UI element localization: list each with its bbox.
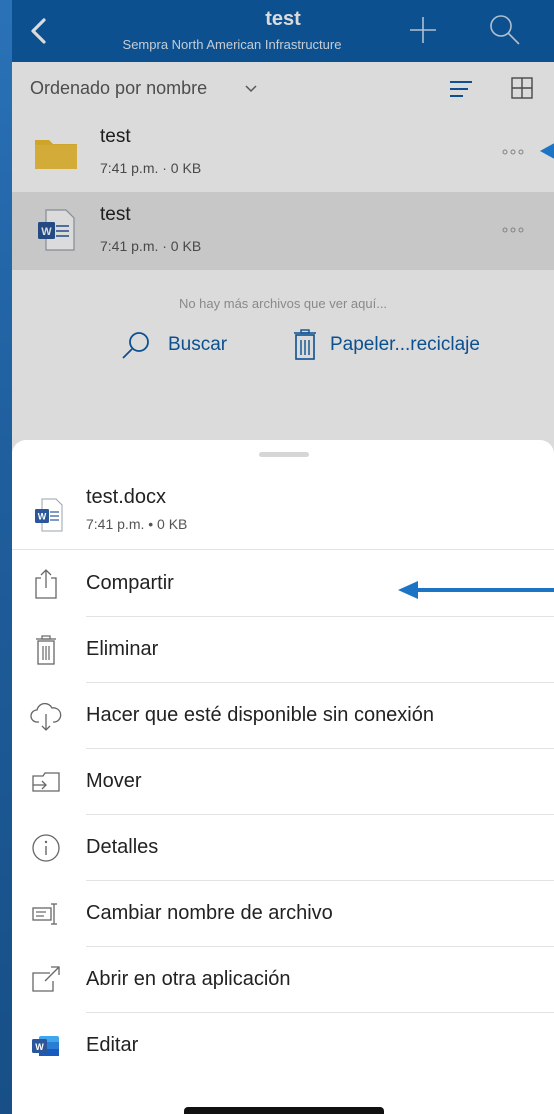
share-icon: [35, 569, 57, 599]
svg-text:W: W: [38, 512, 47, 522]
move-icon: [32, 772, 60, 792]
word-doc-icon: W: [35, 498, 63, 532]
action-details[interactable]: Detalles: [12, 815, 554, 881]
annotation-arrow-icon: [398, 581, 554, 599]
action-label: Detalles: [86, 836, 159, 858]
trash-icon: [36, 635, 56, 665]
home-indicator: [184, 1107, 384, 1114]
phone-screen: test Sempra North American Infrastructur…: [12, 0, 554, 1114]
sheet-file-name: test.docx: [86, 486, 167, 508]
action-label: Hacer que esté disponible sin conexión: [86, 704, 434, 726]
annotation-arrow-icon: [540, 143, 554, 159]
cloud-download-icon: [30, 702, 62, 731]
action-open-in-app[interactable]: Abrir en otra aplicación: [12, 947, 554, 1013]
rename-icon: [32, 903, 57, 925]
sheet-file-meta: 7:41 p.m. • 0 KB: [86, 516, 188, 532]
action-label: Cambiar nombre de archivo: [86, 902, 333, 924]
action-label: Eliminar: [86, 638, 159, 660]
action-delete[interactable]: Eliminar: [12, 617, 554, 683]
action-label: Mover: [86, 770, 142, 792]
svg-text:W: W: [35, 1042, 44, 1052]
sheet-file-header: W test.docx 7:41 p.m. • 0 KB: [12, 470, 554, 550]
open-in-icon: [32, 966, 60, 992]
info-icon: [32, 834, 60, 862]
word-app-icon: W: [32, 1036, 59, 1056]
action-make-offline[interactable]: Hacer que esté disponible sin conexión: [12, 683, 554, 749]
action-label: Compartir: [86, 572, 174, 594]
action-edit[interactable]: W Editar: [12, 1013, 554, 1079]
action-rename[interactable]: Cambiar nombre de archivo: [12, 881, 554, 947]
action-label: Editar: [86, 1034, 139, 1056]
action-label: Abrir en otra aplicación: [86, 968, 291, 990]
sheet-drag-handle[interactable]: [259, 452, 309, 457]
action-sheet: W test.docx 7:41 p.m. • 0 KB Compartir E…: [12, 440, 554, 1114]
action-move[interactable]: Mover: [12, 749, 554, 815]
